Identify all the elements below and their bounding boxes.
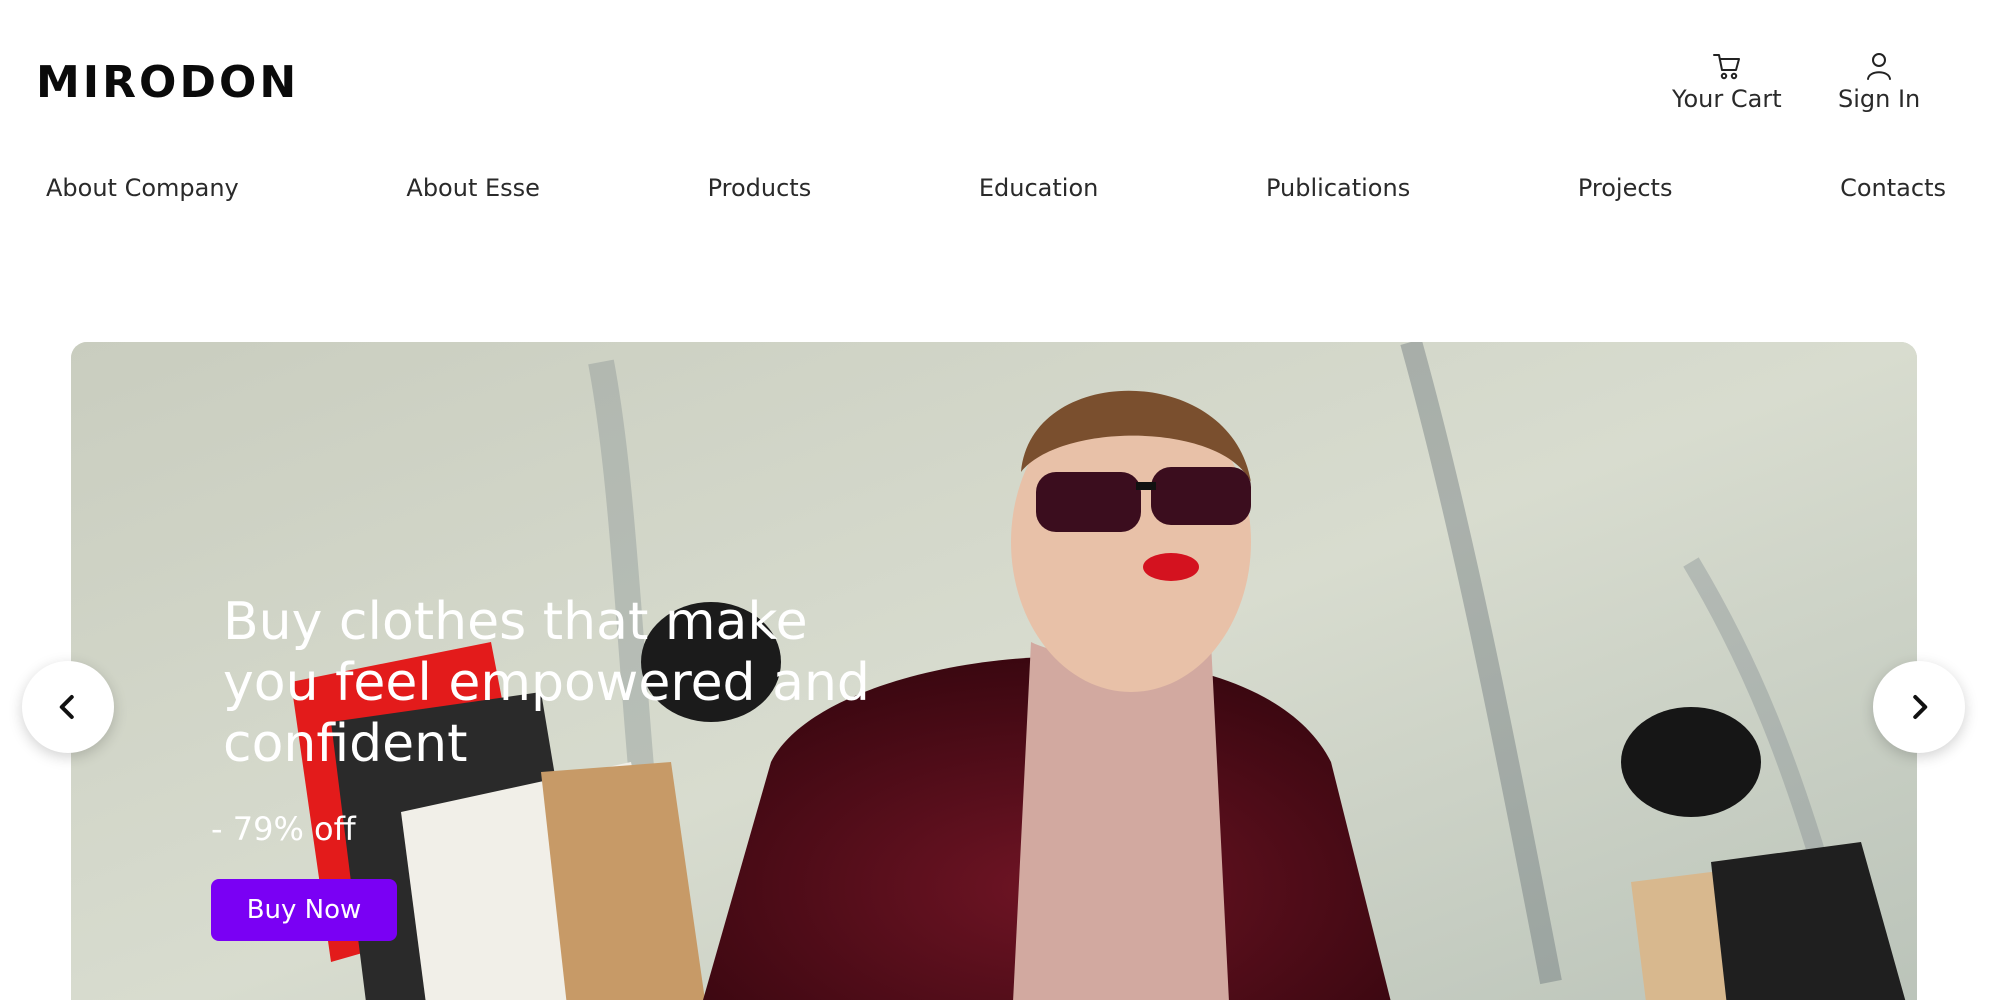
sign-in-label: Sign In xyxy=(1838,85,1921,113)
hero-discount: - 79% off xyxy=(211,810,356,848)
user-icon xyxy=(1867,53,1892,80)
nav-item-contacts[interactable]: Contacts xyxy=(1840,170,1946,206)
sign-in-button[interactable]: Sign In xyxy=(1838,50,1920,114)
nav-item-projects[interactable]: Projects xyxy=(1578,170,1673,206)
nav-item-publications[interactable]: Publications xyxy=(1266,170,1410,206)
cart-button[interactable]: Your Cart xyxy=(1672,50,1782,114)
chevron-left-icon xyxy=(59,695,74,719)
main-nav: About Company About Esse Products Educat… xyxy=(46,170,1946,206)
slider-prev-button[interactable] xyxy=(22,661,114,753)
page: MIRODON Your Cart Sign In About Company … xyxy=(0,0,2000,1000)
hero-title: Buy clothes that make you feel empowered… xyxy=(223,592,870,774)
cart-label: Your Cart xyxy=(1672,85,1782,113)
slider-next-button[interactable] xyxy=(1873,661,1965,753)
nav-item-about-company[interactable]: About Company xyxy=(46,170,239,206)
nav-item-products[interactable]: Products xyxy=(708,170,812,206)
nav-item-about-esse[interactable]: About Esse xyxy=(406,170,540,206)
hero-banner: Buy clothes that make you feel empowered… xyxy=(71,342,1917,1000)
nav-item-education[interactable]: Education xyxy=(979,170,1098,206)
cart-icon xyxy=(1712,54,1740,80)
buy-now-button[interactable]: Buy Now xyxy=(211,879,397,941)
chevron-right-icon xyxy=(1913,695,1928,719)
brand-logo[interactable]: MIRODON xyxy=(36,56,299,110)
